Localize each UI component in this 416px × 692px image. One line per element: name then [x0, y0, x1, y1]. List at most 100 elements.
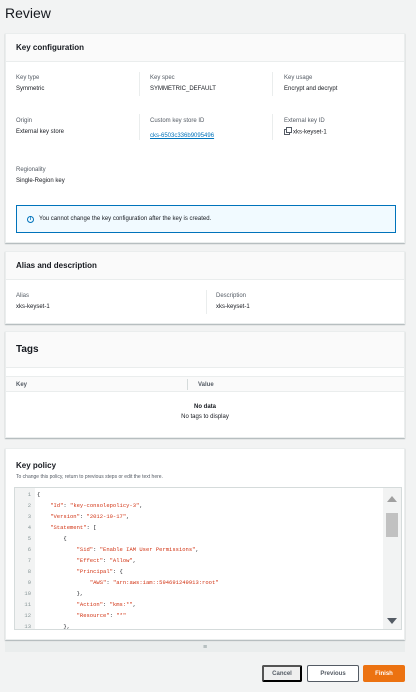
line-number: 6	[27, 546, 31, 553]
line-number: 12	[24, 612, 31, 619]
key-type-field: Key type Symmetric	[16, 75, 44, 92]
code-line[interactable]: 5 {	[15, 533, 385, 544]
external-key-label: External key ID	[284, 118, 325, 124]
vertical-scrollbar[interactable]	[383, 488, 401, 629]
tags-empty-state: No data No tags to display	[6, 404, 404, 420]
line-number: 2	[27, 502, 31, 509]
key-policy-header: Key policy	[16, 461, 57, 470]
line-number: 1	[27, 491, 31, 498]
regionality-field: Regionality Single-Region key	[16, 167, 65, 184]
key-type-label: Key type	[16, 75, 40, 81]
code-text: "Statement": [	[50, 524, 97, 531]
code-line[interactable]: 6 "Sid": "Enable IAM User Permissions",	[15, 544, 385, 555]
key-spec-field: Key spec SYMMETRIC_DEFAULT	[150, 75, 216, 92]
origin-label: Origin	[16, 118, 33, 124]
code-text: "Principal": {	[76, 568, 123, 575]
tags-panel: Tags Key Value No data No tags to displa…	[5, 331, 405, 438]
line-number: 9	[27, 579, 31, 586]
line-number: 4	[27, 524, 31, 531]
tags-header: Tags	[6, 332, 404, 368]
column-value[interactable]: Value	[198, 382, 214, 388]
code-line[interactable]: 8 "Principal": {	[15, 566, 385, 577]
code-line[interactable]: 7 "Effect": "Allow",	[15, 555, 385, 566]
info-alert-text: You cannot change the key configuration …	[39, 216, 212, 222]
line-number: 10	[24, 590, 31, 597]
code-line[interactable]: 13 },	[15, 621, 385, 630]
page-title: Review	[5, 5, 51, 21]
line-number: 3	[27, 513, 31, 520]
finish-button[interactable]: Finish	[363, 665, 405, 682]
line-number: 11	[24, 601, 31, 608]
key-type-value: Symmetric	[16, 86, 45, 92]
info-icon: i	[27, 215, 34, 223]
divider	[139, 114, 140, 140]
code-line[interactable]: 1{	[15, 489, 385, 500]
alias-description-header: Alias and description	[6, 252, 404, 280]
resize-handle[interactable]: ≡	[5, 642, 405, 652]
key-spec-value: SYMMETRIC_DEFAULT	[150, 86, 216, 92]
line-number: 5	[27, 535, 31, 542]
code-text: "Resource": "*"	[76, 612, 127, 619]
code-line[interactable]: 2 "Id": "key-consolepolicy-3",	[15, 500, 385, 511]
origin-field: Origin External key store	[16, 118, 64, 135]
cancel-button[interactable]: Cancel	[262, 665, 302, 682]
external-key-value: xks-keyset-1	[284, 127, 327, 136]
alias-value: xks-keyset-1	[16, 304, 50, 310]
regionality-value: Single-Region key	[16, 178, 65, 184]
policy-editor[interactable]: 1{2 "Id": "key-consolepolicy-3", 3 "Versi…	[14, 487, 402, 630]
divider	[272, 114, 273, 140]
key-policy-panel: Key policy To change this policy, return…	[5, 448, 405, 640]
key-configuration-header: Key configuration	[6, 34, 404, 62]
custom-key-store-label: Custom key store ID	[150, 118, 205, 124]
previous-button[interactable]: Previous	[307, 665, 359, 682]
description-value: xks-keyset-1	[216, 304, 250, 310]
code-line[interactable]: 10 },	[15, 588, 385, 599]
external-key-field: External key ID xks-keyset-1	[284, 118, 327, 136]
custom-key-store-field: Custom key store ID cks-6503c336b9095496	[150, 118, 214, 142]
code-line[interactable]: 4 "Statement": [	[15, 522, 385, 533]
code-text: {	[37, 535, 67, 542]
column-key[interactable]: Key	[16, 382, 27, 388]
code-text: "Version": "2012-10-17",	[50, 513, 130, 520]
scroll-up-icon[interactable]	[387, 496, 397, 502]
line-number: 8	[27, 568, 31, 575]
description-field: Description xks-keyset-1	[216, 293, 250, 310]
divider	[139, 72, 140, 96]
copy-icon[interactable]	[284, 127, 292, 135]
code-line[interactable]: 9 "AWS": "arn:aws:iam::594691249913:root…	[15, 577, 385, 588]
code-text: "Sid": "Enable IAM User Permissions",	[76, 546, 199, 553]
code-text: "Action": "kms:*",	[76, 601, 137, 608]
code-line[interactable]: 12 "Resource": "*"	[15, 610, 385, 621]
scroll-thumb[interactable]	[386, 513, 398, 537]
key-policy-hint: To change this policy, return to previou…	[16, 474, 163, 480]
alias-label: Alias	[16, 293, 30, 299]
divider	[206, 290, 207, 314]
line-number: 13	[24, 623, 31, 630]
key-usage-label: Key usage	[284, 75, 313, 81]
origin-value: External key store	[16, 129, 65, 135]
key-configuration-panel: Key configuration Key type Symmetric Key…	[5, 33, 405, 243]
alias-field: Alias xks-keyset-1	[16, 293, 50, 310]
tags-table-header: Key Value	[6, 376, 404, 392]
column-divider	[187, 379, 188, 390]
description-label: Description	[216, 293, 247, 299]
code-text: {	[37, 491, 41, 498]
external-key-text: xks-keyset-1	[293, 129, 327, 136]
code-line[interactable]: 11 "Action": "kms:*",	[15, 599, 385, 610]
code-text: "Effect": "Allow",	[76, 557, 137, 564]
alias-description-panel: Alias and description Alias xks-keyset-1…	[5, 251, 405, 324]
regionality-label: Regionality	[16, 167, 46, 173]
custom-key-store-link[interactable]: cks-6503c336b9095496	[150, 133, 214, 139]
key-usage-field: Key usage Encrypt and decrypt	[284, 75, 337, 92]
code-text: "Id": "key-consolepolicy-3",	[50, 502, 143, 509]
code-text: "AWS": "arn:aws:iam::594691249913:root"	[89, 579, 219, 586]
code-line[interactable]: 3 "Version": "2012-10-17",	[15, 511, 385, 522]
code-text: },	[37, 590, 84, 597]
key-usage-value: Encrypt and decrypt	[284, 86, 338, 92]
code-text: },	[37, 623, 71, 630]
scroll-down-icon[interactable]	[387, 618, 397, 624]
line-number: 7	[27, 557, 31, 564]
key-spec-label: Key spec	[150, 75, 175, 81]
empty-subtitle: No tags to display	[181, 414, 229, 420]
divider	[272, 72, 273, 96]
